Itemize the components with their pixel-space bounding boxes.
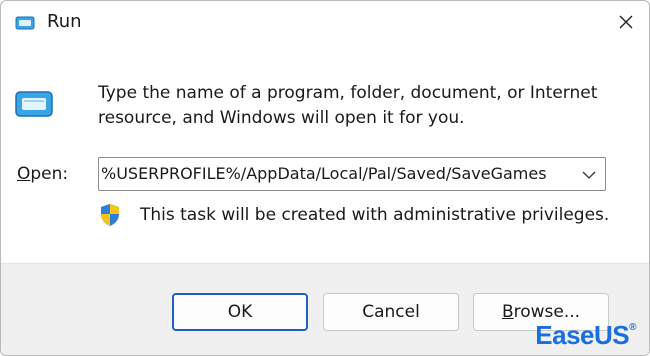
run-icon bbox=[15, 16, 35, 30]
description-line-2: resource, and Windows will open it for y… bbox=[98, 108, 465, 128]
window-title: Run bbox=[47, 11, 82, 32]
close-button[interactable] bbox=[609, 5, 643, 39]
run-program-icon bbox=[15, 91, 53, 117]
close-icon bbox=[619, 15, 633, 29]
description: Type the name of a program, folder, docu… bbox=[98, 81, 618, 131]
open-combobox[interactable]: %USERPROFILE%/AppData/Local/Pal/Saved/Sa… bbox=[98, 157, 606, 191]
admin-privileges-note: This task will be created with administr… bbox=[140, 205, 610, 225]
title-bar[interactable]: Run bbox=[1, 1, 649, 45]
open-label: Open: bbox=[17, 164, 68, 184]
uac-shield-icon bbox=[101, 204, 119, 226]
description-line-1: Type the name of a program, folder, docu… bbox=[98, 83, 598, 103]
logo-text: EaseUS bbox=[535, 320, 630, 350]
easeus-logo: EaseUS® bbox=[535, 320, 636, 351]
browse-accelerator: B bbox=[501, 302, 514, 322]
cancel-button[interactable]: Cancel bbox=[323, 293, 459, 331]
ok-button[interactable]: OK bbox=[172, 293, 308, 331]
chevron-down-icon[interactable] bbox=[579, 164, 599, 184]
open-label-text: pen: bbox=[30, 164, 69, 184]
open-label-accelerator: O bbox=[17, 164, 31, 184]
open-input[interactable]: %USERPROFILE%/AppData/Local/Pal/Saved/Sa… bbox=[101, 164, 547, 183]
registered-mark: ® bbox=[629, 322, 636, 333]
browse-label: rowse... bbox=[513, 302, 581, 322]
run-dialog: Run Type the name of a program, folder, … bbox=[0, 0, 650, 356]
